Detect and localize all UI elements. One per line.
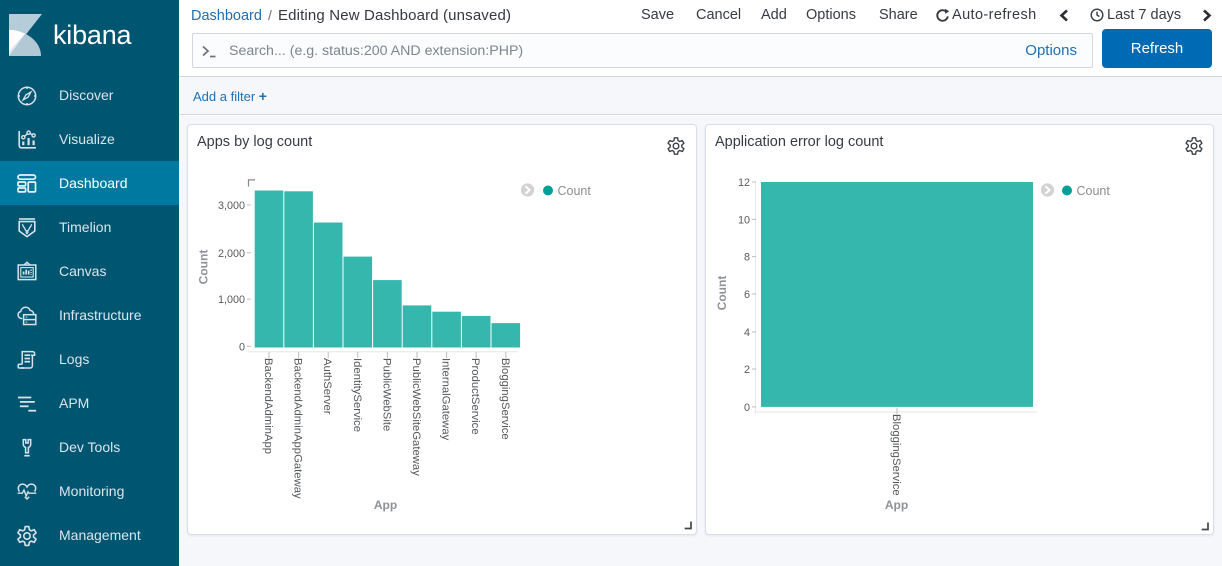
svg-text:6: 6 <box>744 289 750 301</box>
svg-text:Count: Count <box>1077 184 1111 198</box>
svg-text:8: 8 <box>744 252 750 264</box>
svg-text:2,000: 2,000 <box>218 248 245 260</box>
svg-text:4: 4 <box>744 327 750 339</box>
svg-text:10: 10 <box>738 214 750 226</box>
svg-text:ProductService: ProductService <box>469 358 481 435</box>
svg-text:Count: Count <box>197 250 211 285</box>
svg-text:PublicWebSite: PublicWebSite <box>380 358 392 431</box>
svg-text:0: 0 <box>239 341 245 353</box>
svg-text:2: 2 <box>744 364 750 376</box>
svg-text:Count: Count <box>715 276 729 311</box>
svg-text:1,000: 1,000 <box>218 294 245 306</box>
svg-text:BloggingService: BloggingService <box>499 358 511 440</box>
svg-text:Count: Count <box>558 184 592 198</box>
svg-text:App: App <box>885 498 908 512</box>
svg-text:AuthServer: AuthServer <box>321 358 333 415</box>
svg-text:InternalGateway: InternalGateway <box>440 358 452 441</box>
svg-text:BloggingService: BloggingService <box>890 414 902 496</box>
svg-text:BackendAdminAppGateway: BackendAdminAppGateway <box>292 358 304 499</box>
svg-text:12: 12 <box>738 177 750 189</box>
svg-text:App: App <box>374 498 397 512</box>
svg-text:0: 0 <box>744 402 750 414</box>
svg-text:IdentityService: IdentityService <box>351 358 363 432</box>
svg-text:3,000: 3,000 <box>218 200 245 212</box>
svg-text:BackendAdminApp: BackendAdminApp <box>262 358 274 454</box>
svg-text:PublicWebSiteGateway: PublicWebSiteGateway <box>410 358 422 476</box>
